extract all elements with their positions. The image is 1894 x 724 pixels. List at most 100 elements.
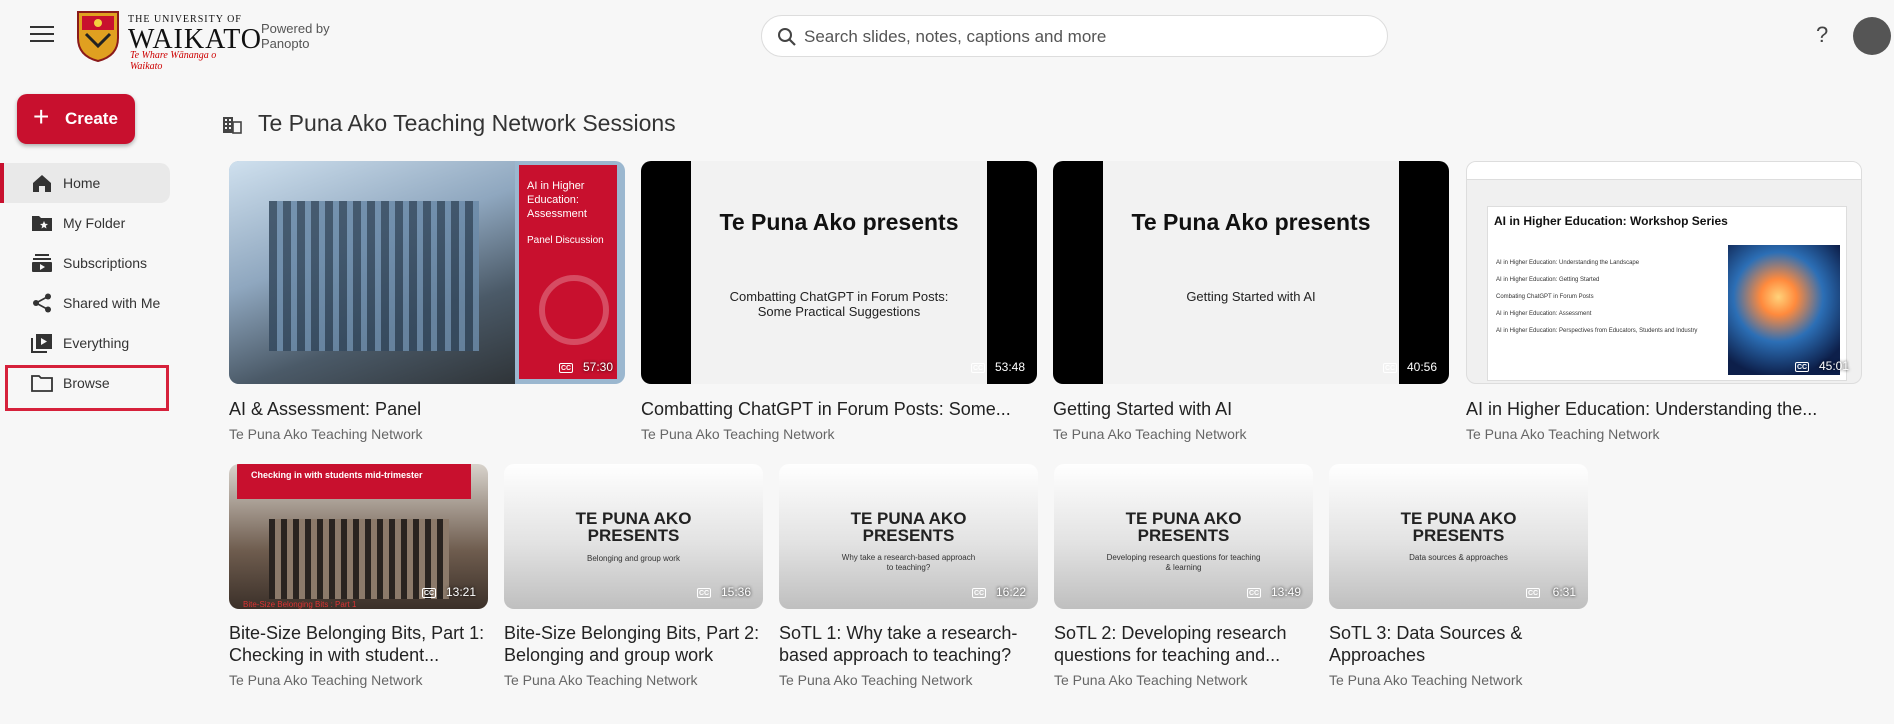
duration-badge: 16:22	[995, 585, 1026, 599]
video-card[interactable]: AI in Higher Education: Workshop Series …	[1466, 161, 1862, 442]
duration-badge: 45:01	[1818, 359, 1849, 373]
thumb-text: AI in Higher Education: Perspectives fro…	[1496, 328, 1698, 334]
video-title[interactable]: Combatting ChatGPT in Forum Posts: Some.…	[641, 398, 1037, 420]
captions-icon: CC	[971, 363, 985, 373]
video-title[interactable]: SoTL 3: Data Sources & Approaches	[1329, 622, 1588, 666]
video-title[interactable]: AI in Higher Education: Understanding th…	[1466, 398, 1862, 420]
thumb-text: AI in Higher Education: Understanding th…	[1496, 260, 1640, 266]
video-title[interactable]: Getting Started with AI	[1053, 398, 1449, 420]
thumb-text: AI in Higher Education: Getting Started	[1496, 277, 1600, 283]
search-bar[interactable]	[761, 15, 1388, 57]
building-image	[269, 519, 449, 599]
sidebar-item-label: Subscriptions	[63, 255, 148, 271]
video-title[interactable]: Bite-Size Belonging Bits, Part 2: Belong…	[504, 622, 763, 666]
panopto-label: Panopto	[261, 36, 310, 51]
sidebar-item-shared-with-me[interactable]: Shared with Me	[0, 283, 170, 323]
browse-highlight-box	[5, 365, 169, 411]
video-card[interactable]: Te Puna Ako presents Combatting ChatGPT …	[641, 161, 1037, 442]
home-icon	[33, 175, 51, 192]
thumb-text: AI in Higher Education: Assessment	[527, 180, 587, 220]
video-card[interactable]: AI in Higher Education: Assessment Panel…	[229, 161, 625, 442]
captions-icon: CC	[972, 588, 986, 598]
thumb-text: AI in Higher Education: Assessment	[1496, 311, 1592, 317]
koru-graphic	[539, 275, 609, 345]
video-card[interactable]: TE PUNA AKO PRESENTS Belonging and group…	[504, 464, 763, 688]
duration-badge: 57:30	[582, 360, 613, 374]
duration-badge: 15:36	[720, 585, 751, 599]
search-input[interactable]	[804, 24, 1364, 50]
page-title: Te Puna Ako Teaching Network Sessions	[222, 110, 676, 137]
letterbox-right	[1399, 161, 1449, 384]
avatar[interactable]	[1853, 17, 1891, 55]
hamburger-icon[interactable]	[30, 26, 54, 46]
video-thumbnail[interactable]: TE PUNA AKO PRESENTS Developing research…	[1054, 464, 1313, 609]
video-folder[interactable]: Te Puna Ako Teaching Network	[1329, 672, 1588, 688]
thumb-text: Developing research questions for teachi…	[1106, 553, 1261, 572]
video-card[interactable]: Te Puna Ako presents Getting Started wit…	[1053, 161, 1449, 442]
miro-toolbar	[1467, 162, 1861, 180]
building-icon	[223, 117, 242, 134]
video-folder[interactable]: Te Puna Ako Teaching Network	[779, 672, 1038, 688]
video-folder[interactable]: Te Puna Ako Teaching Network	[1053, 426, 1449, 442]
video-card[interactable]: TE PUNA AKO PRESENTS Why take a research…	[779, 464, 1038, 688]
video-thumbnail[interactable]: Checking in with students mid-trimester …	[229, 464, 488, 609]
letterbox-left	[1053, 161, 1103, 384]
captions-icon: CC	[697, 588, 711, 598]
subscriptions-icon	[32, 254, 52, 272]
plus-icon: +	[33, 101, 50, 132]
letterbox-left	[641, 161, 691, 384]
video-folder[interactable]: Te Puna Ako Teaching Network	[229, 426, 625, 442]
thumb-text: Checking in with students mid-trimester	[251, 470, 423, 480]
video-folder[interactable]: Te Puna Ako Teaching Network	[1466, 426, 1862, 442]
create-button[interactable]: + Create	[17, 94, 135, 144]
video-thumbnail[interactable]: TE PUNA AKO PRESENTS Why take a research…	[779, 464, 1038, 609]
sidebar-item-my-folder[interactable]: My Folder	[0, 203, 170, 243]
sidebar-item-subscriptions[interactable]: Subscriptions	[0, 243, 170, 283]
video-title[interactable]: SoTL 2: Developing research questions fo…	[1054, 622, 1313, 666]
video-title[interactable]: Bite-Size Belonging Bits, Part 1: Checki…	[229, 622, 488, 666]
thumb-text: Belonging and group work	[587, 554, 680, 563]
thumb-text: Combatting ChatGPT in Forum Posts: Some …	[729, 289, 949, 319]
captions-icon: CC	[1247, 588, 1261, 598]
captions-icon: CC	[1526, 588, 1540, 598]
video-thumbnail[interactable]: AI in Higher Education: Workshop Series …	[1466, 161, 1862, 384]
thumb-text: Te Puna Ako presents	[719, 209, 959, 235]
video-card[interactable]: TE PUNA AKO PRESENTS Developing research…	[1054, 464, 1313, 688]
thumb-text: AI in Higher Education: Workshop Series	[1494, 214, 1728, 228]
university-logo[interactable]: THE UNIVERSITY OF WAIKATO Te Whare Wānan…	[76, 10, 261, 72]
captions-icon: CC	[422, 588, 436, 598]
video-card[interactable]: TE PUNA AKO PRESENTS Data sources & appr…	[1329, 464, 1588, 688]
video-card[interactable]: Checking in with students mid-trimester …	[229, 464, 488, 688]
video-folder[interactable]: Te Puna Ako Teaching Network	[1054, 672, 1313, 688]
duration-badge: 13:49	[1270, 585, 1301, 599]
duration-badge: 40:56	[1406, 360, 1437, 374]
crest-icon	[77, 11, 119, 62]
sidebar-item-label: My Folder	[63, 215, 126, 231]
video-thumbnail[interactable]: AI in Higher Education: Assessment Panel…	[229, 161, 625, 384]
letterbox-right	[987, 161, 1037, 384]
video-folder[interactable]: Te Puna Ako Teaching Network	[641, 426, 1037, 442]
video-thumbnail[interactable]: TE PUNA AKO PRESENTS Data sources & appr…	[1329, 464, 1588, 609]
powered-by-line: Powered by	[261, 21, 330, 36]
sidebar-item-home[interactable]: Home	[0, 163, 170, 203]
video-title[interactable]: AI & Assessment: Panel	[229, 398, 625, 420]
thumb-text: Panel Discussion	[527, 235, 604, 246]
thumb-text: Bite-Size Belonging Bits : Part 1	[243, 600, 357, 609]
video-folder[interactable]: Te Puna Ako Teaching Network	[504, 672, 763, 688]
thumb-text: TE PUNA AKO PRESENTS	[1125, 509, 1242, 545]
help-icon[interactable]: ?	[1816, 22, 1828, 48]
sidebar-item-label: Everything	[63, 335, 130, 351]
thumb-text: Why take a research-based approach to te…	[841, 553, 976, 572]
captions-icon: CC	[1383, 363, 1397, 373]
video-title[interactable]: SoTL 1: Why take a research-based approa…	[779, 622, 1038, 666]
video-thumbnail[interactable]: Te Puna Ako presents Combatting ChatGPT …	[641, 161, 1037, 384]
ai-artwork-image	[1728, 245, 1840, 375]
page-title-text: Te Puna Ako Teaching Network Sessions	[258, 110, 676, 136]
video-thumbnail[interactable]: TE PUNA AKO PRESENTS Belonging and group…	[504, 464, 763, 609]
sidebar-item-everything[interactable]: Everything	[0, 323, 170, 363]
thumb-text: Te Puna Ako presents	[1131, 209, 1371, 235]
duration-badge: 53:48	[994, 360, 1025, 374]
video-folder[interactable]: Te Puna Ako Teaching Network	[229, 672, 488, 688]
thumb-text: TE PUNA AKO PRESENTS	[850, 509, 967, 545]
video-thumbnail[interactable]: Te Puna Ako presents Getting Started wit…	[1053, 161, 1449, 384]
